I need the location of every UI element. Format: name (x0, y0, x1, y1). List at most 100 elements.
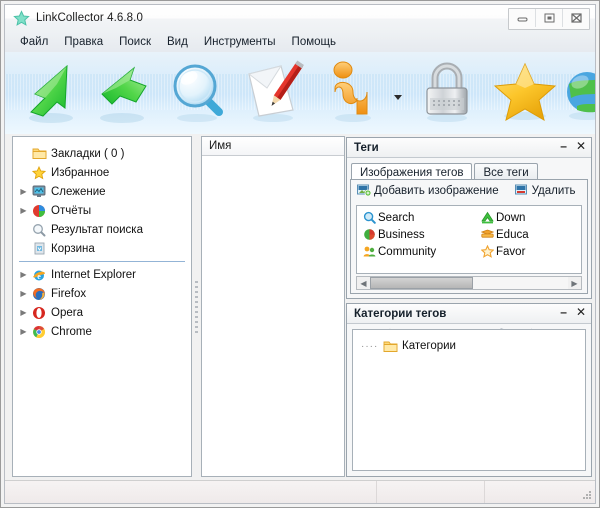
star-outline-icon (479, 245, 496, 258)
firefox-icon (30, 286, 48, 302)
tag-item-community[interactable]: Community (361, 243, 436, 260)
chevron-right-icon[interactable]: ▶ (17, 308, 30, 317)
maximize-button[interactable] (536, 9, 563, 27)
tree-item-recycle-bin[interactable]: Корзина (13, 239, 191, 258)
tree-item-favorites[interactable]: Избранное (13, 163, 191, 182)
tags-panel-minimize-button[interactable]: – (560, 140, 567, 152)
chevron-down-icon[interactable] (393, 92, 403, 102)
internet-explorer-icon: e (30, 267, 48, 283)
tree-item-chrome[interactable]: ▶ Chrome (13, 322, 191, 341)
menu-item-edit[interactable]: Правка (56, 34, 111, 50)
link-list-panel: Имя (201, 136, 345, 477)
client-area: Закладки ( 0 ) Избранное ▶ (5, 134, 595, 481)
left-splitter[interactable] (193, 136, 200, 477)
sync-curve-icon[interactable] (323, 58, 389, 128)
categories-panel-title: Категории тегов (347, 308, 446, 320)
magnifier-icon (361, 211, 378, 224)
chevron-right-icon[interactable]: ▶ (17, 289, 30, 298)
menu-item-help[interactable]: Помощь (284, 34, 344, 50)
export-arrow-up-icon[interactable] (90, 58, 156, 128)
chevron-right-icon[interactable]: ▶ (17, 187, 30, 196)
tag-label: Search (378, 212, 414, 224)
tag-item-search[interactable]: Search (361, 209, 436, 226)
scroll-left-arrow-icon[interactable]: ◀ (357, 277, 370, 289)
status-bar (5, 480, 595, 503)
star-icon (30, 165, 48, 181)
book-icon (479, 228, 496, 241)
chrome-icon (30, 324, 48, 340)
tag-image-list[interactable]: Search Business (356, 205, 582, 274)
tree-item-reports[interactable]: ▶ Отчёты (13, 201, 191, 220)
scroll-thumb[interactable] (370, 277, 473, 289)
minimize-button[interactable] (509, 9, 536, 27)
tree-item-internet-explorer[interactable]: ▶ e Internet Explorer (13, 265, 191, 284)
categories-panel-minimize-button[interactable]: – (560, 306, 567, 318)
tag-label: Educa (496, 229, 529, 241)
tree-item-firefox[interactable]: ▶ Firefox (13, 284, 191, 303)
tag-label: Down (496, 212, 525, 224)
categories-panel-close-button[interactable]: ✕ (576, 306, 586, 318)
window-title: LinkCollector 4.6.8.0 (36, 12, 143, 24)
tree-item-label: Закладки ( 0 ) (48, 148, 124, 160)
tags-toolbar: Добавить изображение Удалить (351, 180, 587, 202)
search-magnifier-icon[interactable] (165, 58, 231, 128)
tree-item-label: Корзина (48, 243, 95, 255)
tags-panel: Теги – ✕ Изображения тегов Все теги (346, 137, 592, 299)
menu-item-tools[interactable]: Инструменты (196, 34, 284, 50)
tags-panel-close-button[interactable]: ✕ (576, 140, 586, 152)
import-arrow-down-icon[interactable] (17, 58, 83, 128)
lock-padlock-icon[interactable] (415, 58, 481, 128)
tree-item-label: Результат поиска (48, 224, 143, 236)
tree-item-opera[interactable]: ▶ Opera (13, 303, 191, 322)
main-toolbar (5, 52, 595, 135)
tree-item-label: Internet Explorer (48, 269, 136, 281)
tree-item-label: Отчёты (48, 205, 91, 217)
column-header-name: Имя (202, 140, 231, 152)
add-image-icon (357, 184, 371, 199)
splitter-grip (195, 281, 198, 333)
recycle-bin-icon (30, 241, 48, 257)
category-label: Категории (399, 340, 456, 352)
delete-image-button[interactable]: Удалить (515, 184, 576, 199)
tag-label: Community (378, 246, 436, 258)
pie-chart-icon (30, 203, 48, 219)
title-bar: LinkCollector 4.6.8.0 (5, 5, 595, 33)
tag-item-business[interactable]: Business (361, 226, 436, 243)
tag-item-education[interactable]: Educa (479, 226, 529, 243)
list-column-header[interactable]: Имя (202, 137, 344, 156)
close-button[interactable] (563, 9, 589, 27)
tag-label: Business (378, 229, 425, 241)
tree-item-monitoring[interactable]: ▶ Слежение (13, 182, 191, 201)
categories-tree[interactable]: ···· Категории (352, 329, 586, 471)
tree-item-label: Избранное (48, 167, 109, 179)
scroll-track[interactable] (370, 277, 568, 289)
menu-item-file[interactable]: Файл (12, 34, 56, 50)
tree-item-label: Firefox (48, 288, 86, 300)
favorites-star-icon[interactable] (492, 58, 558, 128)
menu-bar: Файл Правка Поиск Вид Инструменты Помощь (5, 32, 595, 53)
star-icon (13, 10, 30, 27)
edit-note-pencil-icon[interactable] (241, 58, 307, 128)
globe-icon[interactable] (563, 58, 595, 128)
add-image-button[interactable]: Добавить изображение (357, 184, 499, 199)
scroll-right-arrow-icon[interactable]: ▶ (568, 277, 581, 289)
tag-list-horizontal-scrollbar[interactable]: ◀ ▶ (356, 276, 582, 290)
tree-item-search-results[interactable]: Результат поиска (13, 220, 191, 239)
menu-item-search[interactable]: Поиск (111, 34, 159, 50)
chevron-right-icon[interactable]: ▶ (17, 327, 30, 336)
chevron-right-icon[interactable]: ▶ (17, 206, 30, 215)
tag-item-download[interactable]: Down (479, 209, 529, 226)
tree-item-bookmarks[interactable]: Закладки ( 0 ) (13, 144, 191, 163)
tag-column-right: Down Educa (479, 209, 529, 260)
tag-item-favorites[interactable]: Favor (479, 243, 529, 260)
resize-grip-icon[interactable] (581, 489, 593, 501)
opera-icon (30, 305, 48, 321)
categories-panel-controls: – ✕ (560, 306, 586, 318)
add-image-label: Добавить изображение (374, 185, 499, 197)
application-window: LinkCollector 4.6.8.0 Файл Правка Поиск … (0, 0, 600, 508)
chevron-right-icon[interactable]: ▶ (17, 270, 30, 279)
category-root-item[interactable]: ···· Категории (353, 337, 585, 355)
tags-panel-title: Теги (347, 142, 379, 154)
delete-image-icon (515, 184, 529, 199)
menu-item-view[interactable]: Вид (159, 34, 196, 50)
